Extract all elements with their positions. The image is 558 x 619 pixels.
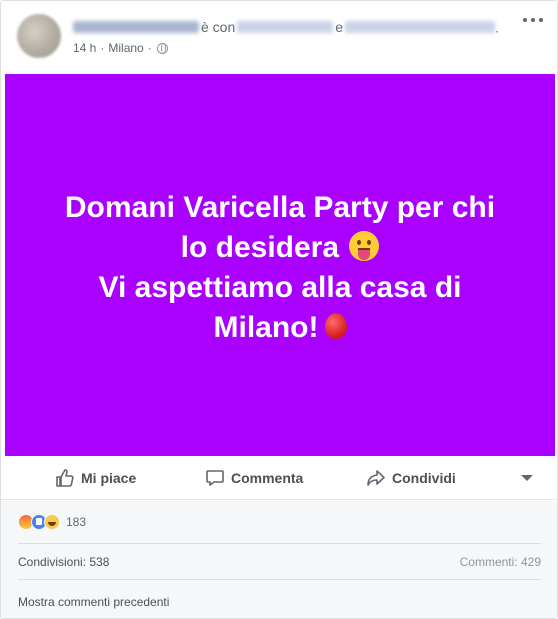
location[interactable]: Milano: [108, 41, 143, 55]
post-text-line: Vi aspettiamo alla casa di: [98, 271, 462, 304]
comment-button[interactable]: Commenta: [205, 468, 303, 488]
post-meta: 14 h · Milano ·: [73, 41, 168, 55]
share-button[interactable]: Condividi: [366, 468, 456, 488]
post-text-line: Domani Varicella Party per chi: [64, 191, 496, 224]
share-arrow-icon: [367, 470, 385, 486]
timestamp[interactable]: 14 h: [73, 41, 96, 55]
like-button[interactable]: Mi piace: [55, 468, 136, 488]
post-content: Domani Varicella Party per chi lo deside…: [5, 74, 555, 456]
post-footer: 183 Condivisioni: 538 Commenti: 429 Most…: [1, 501, 557, 618]
avatar[interactable]: [17, 14, 61, 58]
comments-count[interactable]: Commenti: 429: [460, 555, 541, 569]
post-text-line: lo desidera: [180, 231, 340, 264]
post-text-line: Milano!: [213, 311, 319, 344]
divider: [18, 579, 541, 580]
meta-separator: ·: [147, 41, 152, 55]
post-text: Domani Varicella Party per chi lo deside…: [30, 188, 530, 349]
face-with-tongue-icon: [349, 231, 380, 261]
like-label: Mi piace: [81, 470, 137, 486]
post-header: è con e. 14 h · Milano ·: [1, 1, 557, 73]
post-card: è con e. 14 h · Milano · Domani Varicella…: [0, 0, 558, 619]
haha-reaction-icon: [44, 514, 60, 530]
header-line: è con e.: [73, 18, 499, 35]
shares-count[interactable]: Condivisioni: 538: [18, 555, 109, 569]
meta-separator: ·: [100, 41, 105, 55]
author-name-redacted[interactable]: [73, 21, 199, 34]
show-previous-comments-link[interactable]: Mostra commenti precedenti: [18, 595, 169, 609]
globe-icon[interactable]: [156, 42, 168, 54]
divider: [18, 543, 541, 544]
comment-bubble-icon: [206, 470, 224, 486]
chevron-down-icon[interactable]: [521, 475, 533, 481]
tagged-name-1-redacted[interactable]: [237, 21, 334, 34]
comment-label: Commenta: [231, 470, 304, 486]
reactions-summary[interactable]: 183: [18, 513, 86, 531]
and-text: e: [335, 19, 344, 36]
action-bar: Mi piace Commenta Condividi: [1, 456, 557, 500]
thumbs-up-icon: [56, 469, 74, 487]
balloon-icon: [324, 313, 347, 349]
with-text: è con: [201, 19, 236, 36]
tagged-name-2-redacted[interactable]: [345, 21, 496, 34]
end-dot: .: [495, 19, 499, 36]
more-options-icon[interactable]: [523, 13, 543, 27]
reaction-count: 183: [66, 515, 87, 529]
share-label: Condividi: [392, 470, 456, 486]
